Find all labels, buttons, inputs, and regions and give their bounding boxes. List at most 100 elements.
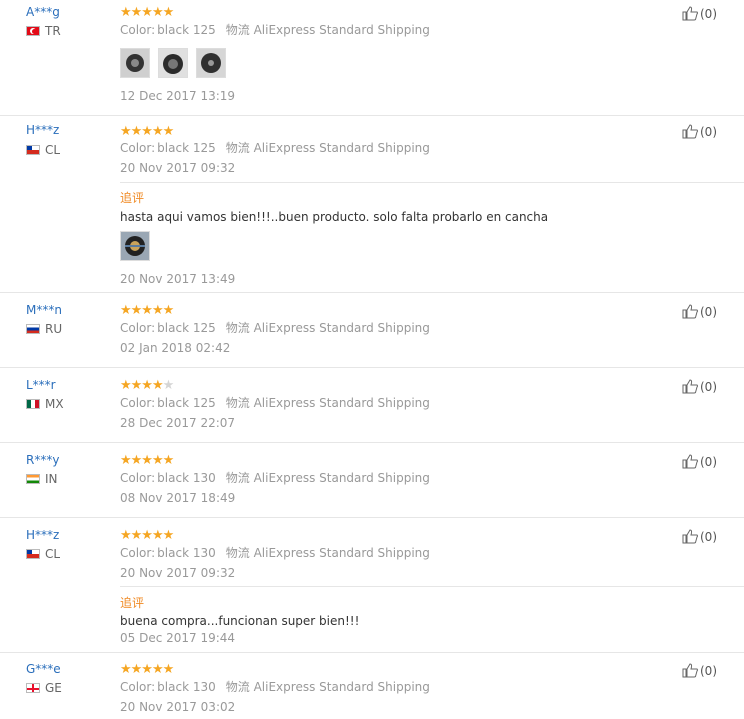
reviewer-name[interactable]: A***g: [26, 5, 60, 19]
rating-stars: ★★★★★: [120, 528, 174, 543]
country-code: RU: [45, 322, 63, 336]
color-value: black 125: [157, 396, 216, 410]
helpful-count: (0): [700, 454, 717, 469]
followup-date: 05 Dec 2017 19:44: [120, 631, 236, 645]
reviewer-country: IN: [26, 472, 58, 486]
review-photo-thumbnail[interactable]: [120, 231, 150, 261]
country-code: GE: [45, 681, 62, 695]
thumbs-up-icon: [682, 379, 698, 394]
shipping-value: AliExpress Standard Shipping: [253, 680, 430, 694]
shipping-label: 物流: [225, 321, 250, 335]
color-value: black 130: [157, 471, 216, 485]
thumbs-up-icon: [682, 304, 698, 319]
country-code: MX: [45, 397, 64, 411]
color-value: black 125: [157, 141, 216, 155]
review-item: G***e GE ★★★★★ Color: black 130 物流 AliExpr…: [0, 652, 744, 719]
thumbs-up-icon: [682, 6, 698, 21]
helpful-button[interactable]: (0): [682, 124, 717, 139]
color-label: Color:: [120, 680, 156, 694]
review-date: 20 Nov 2017 09:32: [120, 566, 236, 580]
reviewer-country: RU: [26, 322, 62, 336]
shipping-value: AliExpress Standard Shipping: [253, 321, 430, 335]
review-photo-thumbnail[interactable]: [120, 48, 150, 78]
helpful-count: (0): [700, 124, 717, 139]
review-photo-thumbnail[interactable]: [196, 48, 226, 78]
color-label: Color:: [120, 471, 156, 485]
thumbs-up-icon: [682, 663, 698, 678]
followup-text: buena compra...funcionan super bien!!!: [120, 614, 360, 628]
followup-date: 20 Nov 2017 13:49: [120, 272, 236, 286]
country-code: IN: [45, 472, 58, 486]
reviewer-name[interactable]: R***y: [26, 453, 59, 467]
followup-photos: [120, 231, 150, 261]
thumbs-up-icon: [682, 454, 698, 469]
review-item: M***n RU ★★★★★ Color: black 125 物流 AliExpr…: [0, 292, 744, 367]
review-item: R***y IN ★★★★★ Color: black 130 物流 AliExpr…: [0, 442, 744, 517]
color-value: black 125: [157, 23, 216, 37]
helpful-button[interactable]: (0): [682, 529, 717, 544]
mx-flag-icon: [26, 399, 40, 409]
shipping-label: 物流: [225, 471, 250, 485]
helpful-count: (0): [700, 529, 717, 544]
color-label: Color:: [120, 321, 156, 335]
helpful-button[interactable]: (0): [682, 454, 717, 469]
review-date: 20 Nov 2017 09:32: [120, 161, 236, 175]
country-code: CL: [45, 143, 61, 157]
shipping-label: 物流: [225, 396, 250, 410]
followup-divider: [120, 182, 744, 183]
color-label: Color:: [120, 546, 156, 560]
shipping-label: 物流: [225, 546, 250, 560]
review-meta: Color: black 125 物流 AliExpress Standard Sh…: [120, 394, 430, 411]
reviewer-name[interactable]: L***r: [26, 378, 56, 392]
review-meta: Color: black 125 物流 AliExpress Standard Sh…: [120, 139, 430, 156]
reviewer-country: CL: [26, 547, 60, 561]
shipping-label: 物流: [225, 141, 250, 155]
color-label: Color:: [120, 23, 156, 37]
reviewer-name[interactable]: G***e: [26, 662, 61, 676]
review-item: H***z CL ★★★★★ Color: black 130 物流 AliExpr…: [0, 517, 744, 652]
shipping-value: AliExpress Standard Shipping: [253, 396, 430, 410]
rating-stars: ★★★★★: [120, 124, 174, 139]
reviewer-name[interactable]: H***z: [26, 123, 59, 137]
review-meta: Color: black 130 物流 AliExpress Standard Sh…: [120, 544, 430, 561]
followup-label: 追评: [120, 596, 145, 610]
cl-flag-icon: [26, 549, 40, 559]
color-value: black 130: [157, 680, 216, 694]
followup-label: 追评: [120, 191, 145, 205]
review-meta: Color: black 125 物流 AliExpress Standard Sh…: [120, 21, 430, 38]
color-label: Color:: [120, 141, 156, 155]
helpful-count: (0): [700, 6, 717, 21]
color-label: Color:: [120, 396, 156, 410]
rating-stars: ★★★★★: [120, 378, 174, 393]
helpful-count: (0): [700, 379, 717, 394]
review-meta: Color: black 130 物流 AliExpress Standard Sh…: [120, 678, 430, 695]
rating-stars: ★★★★★: [120, 453, 174, 468]
helpful-button[interactable]: (0): [682, 379, 717, 394]
color-value: black 125: [157, 321, 216, 335]
helpful-button[interactable]: (0): [682, 6, 717, 21]
shipping-value: AliExpress Standard Shipping: [253, 141, 430, 155]
shipping-value: AliExpress Standard Shipping: [253, 546, 430, 560]
reviewer-name[interactable]: M***n: [26, 303, 62, 317]
thumbs-up-icon: [682, 124, 698, 139]
review-item: H***z CL ★★★★★ Color: black 125 物流 AliExpr…: [0, 115, 744, 292]
reviewer-name[interactable]: H***z: [26, 528, 59, 542]
review-date: 08 Nov 2017 18:49: [120, 491, 236, 505]
review-item: L***r MX ★★★★★ Color: black 125 物流 AliExpr…: [0, 367, 744, 442]
review-date: 20 Nov 2017 03:02: [120, 700, 236, 714]
followup-divider: [120, 586, 744, 587]
review-date: 28 Dec 2017 22:07: [120, 416, 236, 430]
shipping-value: AliExpress Standard Shipping: [253, 23, 430, 37]
ru-flag-icon: [26, 324, 40, 334]
reviewer-country: TR: [26, 24, 61, 38]
helpful-button[interactable]: (0): [682, 663, 717, 678]
review-photo-thumbnail[interactable]: [158, 48, 188, 78]
reviewer-country: GE: [26, 681, 62, 695]
rating-stars: ★★★★★: [120, 5, 174, 20]
helpful-count: (0): [700, 304, 717, 319]
reviewer-country: CL: [26, 143, 60, 157]
shipping-label: 物流: [225, 23, 250, 37]
country-code: TR: [45, 24, 61, 38]
review-photos: [120, 48, 226, 78]
helpful-button[interactable]: (0): [682, 304, 717, 319]
